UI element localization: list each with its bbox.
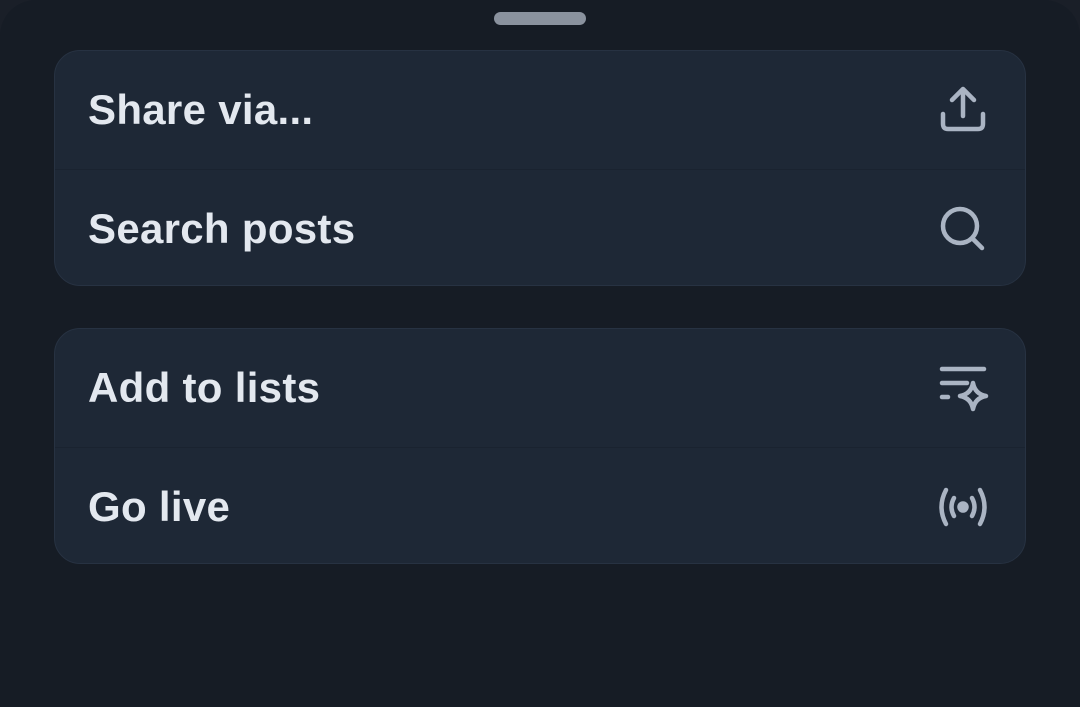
search-posts-item[interactable]: Search posts	[55, 169, 1025, 285]
bottom-sheet: Share via... Search posts Add to lists G…	[0, 0, 1080, 707]
add-to-lists-item[interactable]: Add to lists	[55, 329, 1025, 447]
menu-group-lists-live: Add to lists Go live	[54, 328, 1026, 564]
list-sparkle-icon	[935, 360, 991, 416]
share-via-item[interactable]: Share via...	[55, 51, 1025, 169]
search-posts-label: Search posts	[88, 204, 356, 252]
go-live-item[interactable]: Go live	[55, 447, 1025, 563]
share-icon	[935, 82, 991, 138]
search-icon	[935, 201, 991, 257]
go-live-label: Go live	[88, 482, 231, 530]
share-via-label: Share via...	[88, 86, 314, 133]
menu-group-share-search: Share via... Search posts	[54, 50, 1026, 286]
add-to-lists-label: Add to lists	[88, 364, 321, 411]
broadcast-icon	[935, 479, 991, 535]
drag-handle[interactable]	[494, 12, 586, 25]
